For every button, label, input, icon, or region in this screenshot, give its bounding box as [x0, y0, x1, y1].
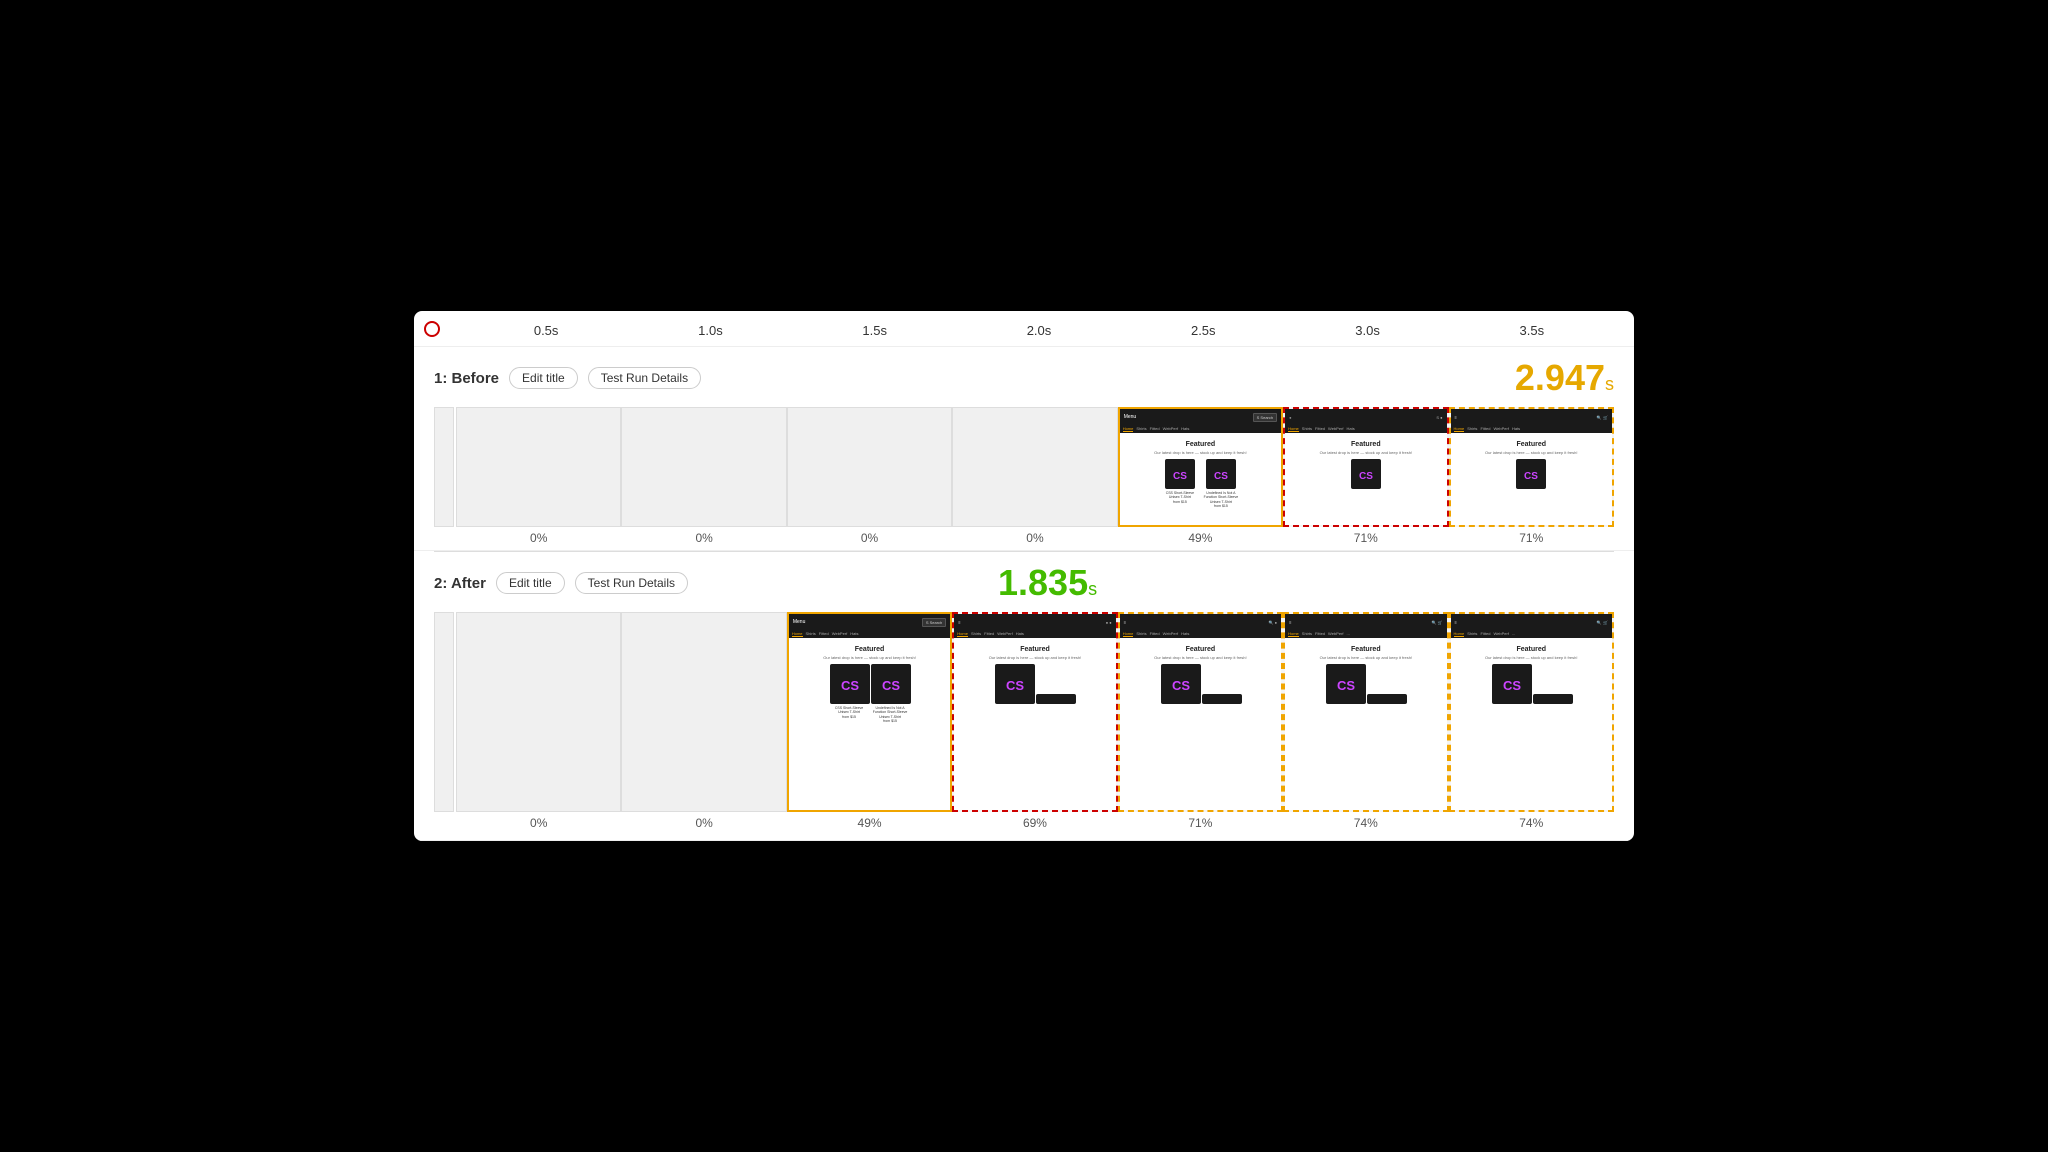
after-frame-3: ≡ ● ● Home Shirts Fitted WebPerf Hats Fe… [952, 612, 1117, 830]
before-score: 2.947s [1515, 357, 1614, 399]
before-thumb-3 [952, 407, 1117, 527]
after-pct-5: 74% [1354, 816, 1378, 830]
before-frame-1: 0% [621, 407, 786, 545]
before-pct-2: 0% [861, 531, 878, 545]
after-thumb-4: ≡ 🔍 ● Home Shirts Fitted WebPerf Hats Fe… [1118, 612, 1283, 812]
after-frame-1: 0% [621, 612, 786, 830]
before-filmstrip: 0% 0% 0% 0% Menu [434, 407, 1614, 545]
before-frame-2: 0% [787, 407, 952, 545]
svg-text:CS: CS [1359, 471, 1373, 482]
after-pct-1: 0% [695, 816, 712, 830]
svg-text:CS: CS [1524, 471, 1538, 482]
after-pct-3: 69% [1023, 816, 1047, 830]
before-frame-3: 0% [952, 407, 1117, 545]
tick-6: 3.5s [1520, 323, 1545, 338]
after-frame-0: 0% [456, 612, 621, 830]
after-pct-2: 49% [858, 816, 882, 830]
main-container: 0.5s 1.0s 1.5s 2.0s 2.5s 3.0s 3.5s 1: Be… [414, 311, 1634, 841]
after-title: 2: After [434, 575, 486, 592]
after-thumb-5: ≡ 🔍 🛒 Home Shirts Fitted WebPerf ... Fea… [1283, 612, 1448, 812]
svg-text:CS: CS [1503, 678, 1521, 693]
timeline-marker [424, 321, 440, 337]
svg-text:CS: CS [1006, 678, 1024, 693]
tick-3: 2.0s [1027, 323, 1052, 338]
tick-5: 3.0s [1355, 323, 1380, 338]
after-frame-5: ≡ 🔍 🛒 Home Shirts Fitted WebPerf ... Fea… [1283, 612, 1448, 830]
after-thumb-3: ≡ ● ● Home Shirts Fitted WebPerf Hats Fe… [952, 612, 1117, 812]
svg-text:CS: CS [841, 678, 859, 693]
after-frame-4: ≡ 🔍 ● Home Shirts Fitted WebPerf Hats Fe… [1118, 612, 1283, 830]
after-frame-6: ≡ 🔍 🛒 Home Shirts Fitted WebPerf ... Fea… [1449, 612, 1614, 830]
before-frame-6: ≡ 🔍 🛒 Home Shirts Fitted WebPerf Hats Fe… [1449, 407, 1614, 545]
before-title: 1: Before [434, 370, 499, 387]
after-pct-6: 74% [1519, 816, 1543, 830]
before-pct-3: 0% [1026, 531, 1043, 545]
after-pct-0: 0% [530, 816, 547, 830]
before-frame-0: 0% [456, 407, 621, 545]
after-thumb-6: ≡ 🔍 🛒 Home Shirts Fitted WebPerf ... Fea… [1449, 612, 1614, 812]
before-thumb-2 [787, 407, 952, 527]
after-section: 2: After Edit title Test Run Details 1.8… [414, 552, 1634, 841]
after-thumb-1 [621, 612, 786, 812]
after-thumb-0 [456, 612, 621, 812]
after-edit-title-button[interactable]: Edit title [496, 572, 565, 594]
tick-0: 0.5s [534, 323, 559, 338]
before-test-run-button[interactable]: Test Run Details [588, 367, 701, 389]
before-frame-4: Menu S Search Home Shirts Fitted WebPerf… [1118, 407, 1283, 545]
before-header: 1: Before Edit title Test Run Details 2.… [434, 357, 1614, 399]
tick-1: 1.0s [698, 323, 723, 338]
before-thumb-4: Menu S Search Home Shirts Fitted WebPerf… [1118, 407, 1283, 527]
before-pct-6: 71% [1519, 531, 1543, 545]
after-pct-4: 71% [1188, 816, 1212, 830]
after-score-unit: s [1088, 579, 1097, 599]
before-pct-1: 0% [695, 531, 712, 545]
svg-text:CS: CS [882, 678, 900, 693]
before-edit-title-button[interactable]: Edit title [509, 367, 578, 389]
after-thumb-2: Menu S Search Home Shirts Fitted WebPerf… [787, 612, 952, 812]
svg-text:CS: CS [1172, 678, 1190, 693]
timeline-header: 0.5s 1.0s 1.5s 2.0s 2.5s 3.0s 3.5s [414, 311, 1634, 347]
after-frame-2: Menu S Search Home Shirts Fitted WebPerf… [787, 612, 952, 830]
before-frame-5: ● S ● Home Shirts Fitted WebPerf Hats Fe… [1283, 407, 1448, 545]
before-thumb-5: ● S ● Home Shirts Fitted WebPerf Hats Fe… [1283, 407, 1448, 527]
before-thumb-1 [621, 407, 786, 527]
before-score-unit: s [1605, 374, 1614, 394]
svg-text:CS: CS [1337, 678, 1355, 693]
before-pct-0: 0% [530, 531, 547, 545]
after-header: 2: After Edit title Test Run Details 1.8… [434, 562, 1614, 604]
tick-2: 1.5s [862, 323, 887, 338]
before-section: 1: Before Edit title Test Run Details 2.… [414, 347, 1634, 551]
before-pct-4: 49% [1188, 531, 1212, 545]
after-filmstrip: 0% 0% Menu S Search Home S [434, 612, 1614, 830]
timeline-ticks: 0.5s 1.0s 1.5s 2.0s 2.5s 3.0s 3.5s [464, 323, 1614, 338]
after-test-run-button[interactable]: Test Run Details [575, 572, 688, 594]
before-thumb-6: ≡ 🔍 🛒 Home Shirts Fitted WebPerf Hats Fe… [1449, 407, 1614, 527]
before-thumb-0 [456, 407, 621, 527]
tick-4: 2.5s [1191, 323, 1216, 338]
svg-text:CS: CS [1214, 471, 1228, 482]
svg-text:CS: CS [1173, 471, 1187, 482]
before-pct-5: 71% [1354, 531, 1378, 545]
after-score: 1.835s [998, 562, 1097, 604]
